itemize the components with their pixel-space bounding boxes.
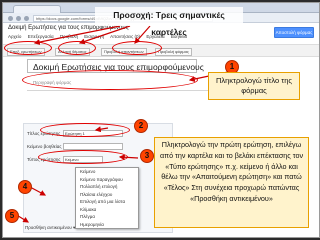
- add-item-button[interactable]: Προσθήκη αντικειμένου ▾: [25, 225, 75, 231]
- annotation-steps: Πληκτρολογώ την πρώτη ερώτηση, επιλέγω α…: [154, 137, 309, 228]
- menu-view[interactable]: Προβολή: [60, 34, 78, 39]
- dropdown-item[interactable]: Επιλογή από μια λίστα: [76, 198, 138, 206]
- menu-insert[interactable]: Εισαγωγή: [84, 34, 104, 39]
- highlight-ring: [40, 123, 130, 137]
- reload-icon[interactable]: [24, 16, 29, 21]
- dropdown-item[interactable]: Κείμενο παραγράφου: [76, 176, 138, 184]
- dropdown-item[interactable]: Κείμενο: [76, 168, 138, 176]
- highlight-ring: [58, 41, 96, 55]
- step-badge-3: 3: [140, 149, 154, 163]
- help-text-label: Κείμενο βοηθείας: [27, 144, 62, 149]
- menu-responses[interactable]: Απαντήσεις (0): [110, 34, 140, 39]
- step-badge-4: 4: [18, 180, 32, 194]
- back-icon[interactable]: [8, 16, 13, 21]
- dropdown-item[interactable]: Πλέγμα: [76, 213, 138, 221]
- menu-edit[interactable]: Επεξεργασία: [28, 34, 54, 39]
- dropdown-item[interactable]: Πλαίσια ελέγχου: [76, 191, 138, 199]
- browser-tab[interactable]: [13, 5, 61, 13]
- dropdown-item[interactable]: Ημερομηνία: [76, 221, 138, 229]
- annotation-step-1: Πληκτρολογώ τίτλο της φόρμας: [208, 72, 300, 100]
- annotation-title: Προσοχή: Τρεις σημαντικές καρτέλες: [95, 7, 243, 37]
- question-type-dropdown: Κείμενο Κείμενο παραγράφου Πολλαπλή επιλ…: [75, 167, 139, 229]
- menu-file[interactable]: Αρχείο: [8, 34, 21, 39]
- highlight-ring: [22, 70, 198, 90]
- highlight-ring: [38, 150, 128, 164]
- help-text-input[interactable]: [63, 143, 123, 150]
- forward-icon[interactable]: [16, 16, 21, 21]
- step-badge-2: 2: [134, 119, 148, 133]
- dropdown-item[interactable]: Πολλαπλή επιλογή: [76, 183, 138, 191]
- dropdown-item[interactable]: Κλίμακα: [76, 206, 138, 214]
- highlight-ring: [112, 41, 162, 55]
- send-form-button[interactable]: Αποστολή φόρμας: [274, 27, 314, 38]
- step-badge-5: 5: [5, 209, 19, 223]
- highlight-ring: [4, 41, 52, 55]
